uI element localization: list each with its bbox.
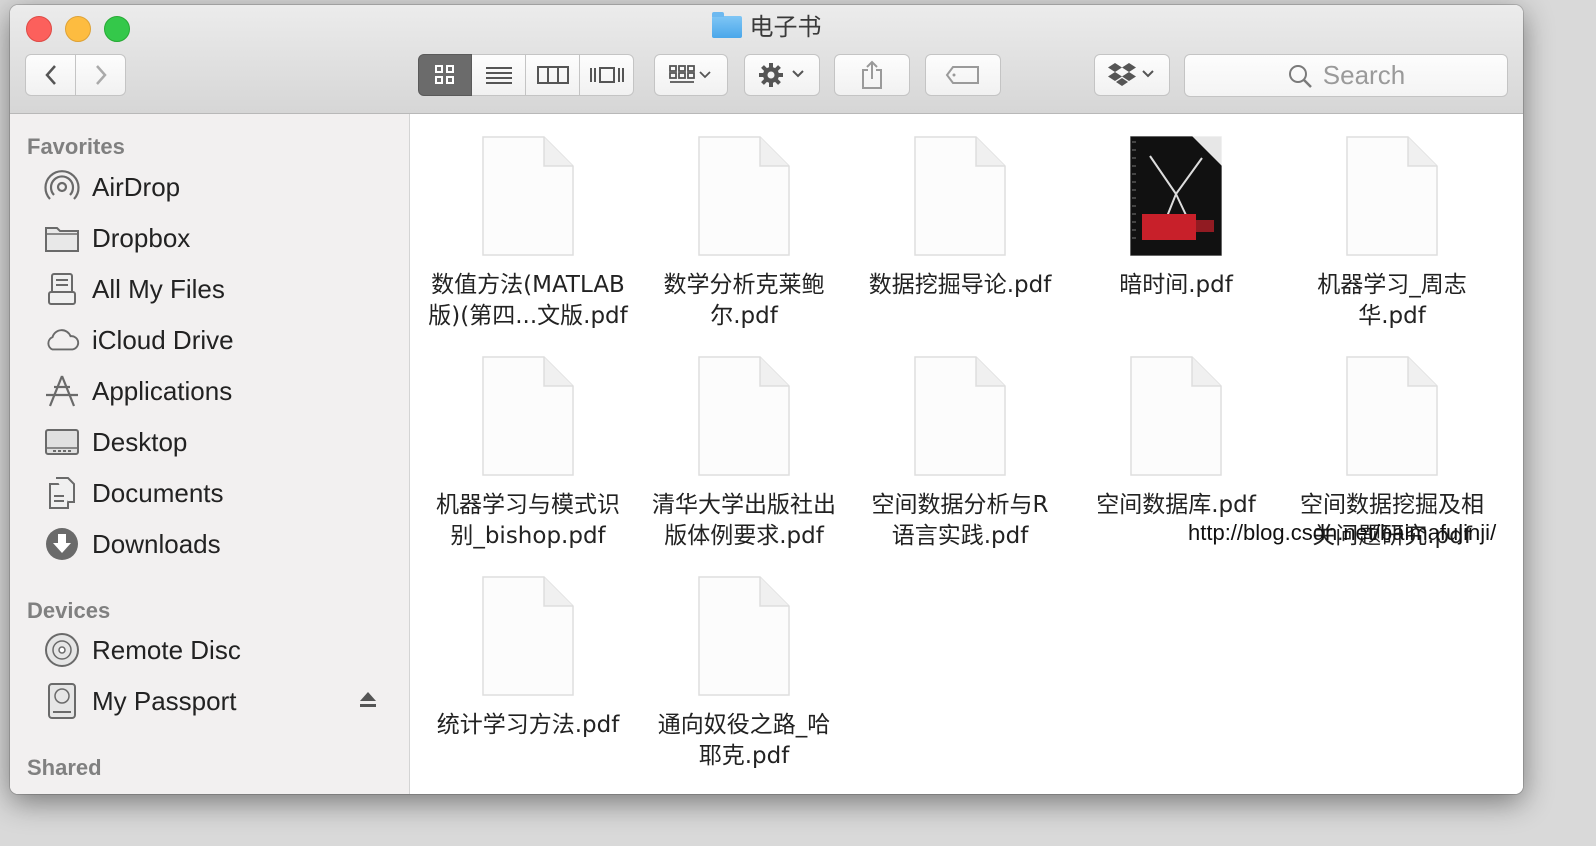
dropbox-icon [1108,63,1154,86]
file-name: 空间数据库.pdf [1096,492,1256,518]
shared-header: Shared [27,755,102,780]
file-name: 数据挖掘导论.pdf [868,272,1052,298]
sidebar-item-applications[interactable]: Applications [44,369,232,413]
sidebar-item-label: Desktop [92,426,188,457]
pdf-document-icon [482,356,574,476]
pdf-document-icon [914,356,1006,476]
favorites-header: Favorites [27,134,125,159]
search-field[interactable]: Search [1184,54,1508,97]
search-placeholder: Search [1322,60,1406,90]
icon-view-button[interactable] [418,54,472,96]
sidebar-item-icloud-drive[interactable]: iCloud Drive [44,318,234,362]
tag-icon [945,66,979,84]
dropbox-button[interactable] [1094,54,1170,96]
sidebar-item-label: Downloads [92,528,221,559]
grid-icon [435,65,454,84]
file-name: 空间数据分析与R 语言实践.pdf [871,492,1049,549]
action-button[interactable] [744,54,820,96]
list-icon [485,67,512,84]
folder-icon [44,220,80,256]
cloud-icon [44,322,80,358]
tag-button[interactable] [925,54,1001,96]
pdf-document-icon [482,576,574,696]
sidebar-item-all-my-files[interactable]: All My Files [44,267,225,311]
chevron-right-icon [95,65,107,85]
applications-icon [44,373,80,409]
view-mode-control [418,54,634,96]
pdf-document-icon [482,136,574,256]
cover-flow-button[interactable] [580,54,634,96]
documents-icon [44,475,80,511]
file-name: 统计学习方法.pdf [436,712,620,738]
drive-icon [44,683,80,719]
sidebar-item-label: Applications [92,375,233,406]
airdrop-icon [44,169,80,205]
sidebar-item-label: iCloud Drive [92,324,234,355]
file-name: 数值方法(MATLAB 版)(第四...文版.pdf [428,272,628,329]
pdf-document-icon [698,576,790,696]
disc-icon [44,632,80,668]
forward-button[interactable] [75,54,126,96]
sidebar-item-desktop[interactable]: Desktop [44,420,187,464]
book-cover-thumbnail [1129,135,1223,257]
watermark-url: http://blog.csdn.net/baimafujinji/ [1188,520,1497,545]
column-view-button[interactable] [526,54,580,96]
back-button[interactable] [25,54,76,96]
sidebar-item-label: Remote Disc [92,634,241,665]
share-button[interactable] [834,54,910,96]
sidebar-item-airdrop[interactable]: AirDrop [44,165,180,209]
pdf-document-icon [698,356,790,476]
file-name: 机器学习与模式识 别_bishop.pdf [436,492,620,549]
eject-icon[interactable] [359,691,377,714]
pdf-document-icon [1346,356,1438,476]
sidebar-item-dropbox[interactable]: Dropbox [44,216,190,260]
sidebar-item-label: All My Files [92,273,225,304]
file-name: 清华大学出版社出 版体例要求.pdf [652,492,836,549]
pdf-document-icon [1346,136,1438,256]
sidebar-item-downloads[interactable]: Downloads [44,522,221,566]
finder-window: 电子书 Search Favorites AirDrop Dropbox All… [10,5,1523,794]
sidebar: Favorites AirDrop Dropbox All My Files i… [10,114,410,794]
devices-header: Devices [27,598,111,623]
cover-flow-icon [589,67,624,83]
sidebar-item-remote-disc[interactable]: Remote Disc [44,628,241,672]
share-icon [862,60,882,89]
file-name: 数学分析克莱鲍 尔.pdf [663,272,825,329]
downloads-icon [44,526,80,562]
sidebar-item-documents[interactable]: Documents [44,471,224,515]
sidebar-item-label: Documents [92,477,224,508]
gear-icon [759,63,804,87]
search-icon [1288,64,1312,88]
window-title-text: 电子书 [749,14,822,41]
file-grid: 数值方法(MATLAB 版)(第四...文版.pdf 数学分析克莱鲍 尔.pdf 数据挖… [410,114,1523,794]
file-name: 机器学习_周志 华.pdf [1317,272,1467,329]
sidebar-item-label: My Passport [92,685,237,716]
arrange-icon [669,65,711,83]
folder-icon [711,12,742,38]
desktop-icon [44,424,80,460]
sidebar-item-my-passport[interactable]: My Passport [44,679,237,723]
pdf-document-icon [1130,356,1222,476]
list-view-button[interactable] [472,54,526,96]
window-title: 电子书 [10,11,1523,45]
sidebar-item-label: Dropbox [92,222,191,253]
file-name: 通向奴役之路_哈 耶克.pdf [657,712,831,769]
chevron-left-icon [44,65,56,85]
sidebar-item-label: AirDrop [92,171,181,202]
titlebar: 电子书 Search [10,5,1523,114]
all-files-icon [44,271,80,307]
columns-icon [536,66,569,84]
pdf-document-icon [698,136,790,256]
file-name: 暗时间.pdf [1119,272,1233,298]
pdf-document-icon [914,136,1006,256]
arrange-button[interactable] [654,54,728,96]
